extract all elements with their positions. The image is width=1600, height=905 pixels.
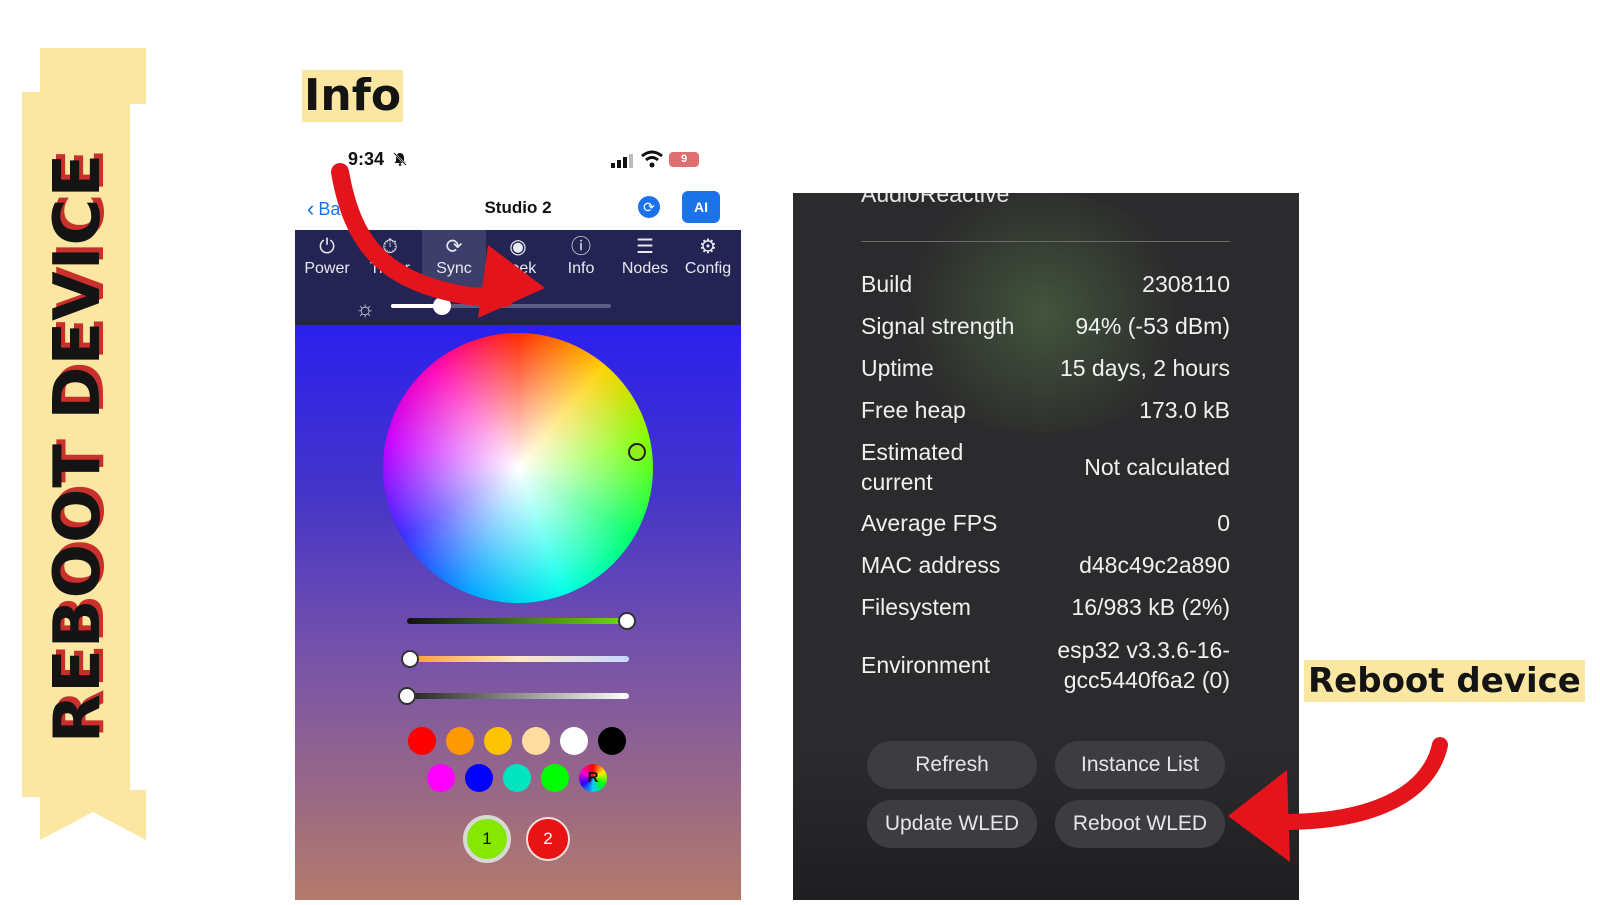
info-row-filesystem: Filesystem 16/983 kB (2%)	[861, 593, 1230, 621]
info-row-environment: Environment esp32 v3.3.6-16-gcc5440f6a2 …	[861, 635, 1230, 695]
update-wled-button[interactable]: Update WLED	[867, 800, 1037, 848]
color-swatch[interactable]	[427, 764, 455, 792]
color-swatch[interactable]	[541, 764, 569, 792]
info-label: Build	[861, 270, 913, 297]
color-panel: R 1 2	[295, 325, 741, 900]
info-label: Filesystem	[861, 593, 971, 620]
wifi-icon	[641, 150, 663, 168]
white-balance-slider[interactable]	[407, 656, 629, 662]
color-swatch[interactable]	[522, 727, 550, 755]
info-label: Estimated current	[861, 439, 964, 495]
info-value: 2308110	[1142, 270, 1230, 297]
nav-bar: ‹ Back Studio 2 ⟳ AI	[295, 188, 741, 230]
peek-icon: ◉	[509, 236, 527, 258]
color-wheel-knob[interactable]	[628, 443, 646, 461]
timer-icon: ⏱	[382, 236, 398, 258]
info-label: Environment	[861, 651, 991, 678]
bell-muted-icon	[393, 152, 407, 166]
info-value: Not calculated	[1084, 453, 1230, 480]
reboot-device-heading: Reboot device	[1304, 660, 1585, 702]
value-slider[interactable]	[407, 618, 629, 624]
color-swatch[interactable]	[408, 727, 436, 755]
tab-power[interactable]: ⏻ Power	[295, 230, 359, 294]
refresh-icon[interactable]: ⟳	[638, 196, 660, 218]
color-swatch[interactable]	[484, 727, 512, 755]
tab-info[interactable]: ⓘ Info	[549, 230, 613, 294]
color-wheel[interactable]	[383, 333, 653, 603]
tab-label: Timer	[369, 260, 411, 277]
info-heading: Info	[302, 70, 404, 122]
info-row-estimated-current: Estimated current Not calculated	[861, 437, 1230, 497]
info-label: Average FPS	[861, 509, 998, 536]
info-value: 16/983 kB (2%)	[1071, 593, 1230, 620]
section-divider	[861, 241, 1230, 242]
banner-title: REBOOT DEVICE	[41, 152, 115, 744]
info-value: 15 days, 2 hours	[1059, 354, 1230, 381]
info-value: 94% (-53 dBm)	[1075, 312, 1230, 339]
color-swatch[interactable]	[598, 727, 626, 755]
white-channel-knob[interactable]	[398, 687, 416, 705]
info-row-build: Build 2308110	[861, 270, 1230, 298]
power-icon: ⏻	[319, 236, 335, 258]
audioreactive-label: AudioReactive	[861, 193, 1010, 207]
info-value: d48c49c2a890	[1079, 551, 1230, 578]
tab-label: Nodes	[621, 260, 669, 277]
tab-config[interactable]: ⚙ Config	[676, 230, 740, 294]
phone-screenshot: 9:34 9 ‹ Back Studio 2 ⟳ AI ⏻ Power ⏱ Ti…	[295, 140, 741, 900]
info-label: Uptime	[861, 354, 934, 381]
reboot-device-banner: REBOOT DEVICE	[0, 0, 160, 900]
page-title: Studio 2	[484, 198, 552, 217]
tab-sync[interactable]: ⟳ Sync	[422, 230, 486, 294]
color-swatch[interactable]	[446, 727, 474, 755]
color-swatch[interactable]	[560, 727, 588, 755]
tab-label: Info	[567, 260, 595, 277]
wled-info-panel: AudioReactive Build 2308110 Signal stren…	[793, 193, 1299, 900]
refresh-button[interactable]: Refresh	[867, 741, 1037, 789]
nodes-icon: ☰	[636, 236, 654, 258]
color-swatch[interactable]	[503, 764, 531, 792]
color-swatch[interactable]	[465, 764, 493, 792]
info-value: 173.0 kB	[1139, 396, 1230, 423]
info-row-free-heap: Free heap 173.0 kB	[861, 396, 1230, 424]
reboot-wled-button[interactable]: Reboot WLED	[1055, 800, 1225, 848]
info-row-mac-address: MAC address d48c49c2a890	[861, 551, 1230, 579]
random-color-button[interactable]: R	[579, 764, 607, 792]
info-label: MAC address	[861, 551, 1001, 578]
brightness-knob[interactable]	[433, 297, 451, 315]
info-label: Free heap	[861, 396, 966, 423]
tab-label: Sync	[436, 260, 472, 277]
sync-icon: ⟳	[445, 236, 463, 258]
status-bar: 9:34 9	[295, 140, 741, 180]
value-slider-knob[interactable]	[618, 612, 636, 630]
brightness-icon: ☼	[355, 296, 376, 321]
info-row-average-fps: Average FPS 0	[861, 509, 1230, 537]
status-time: 9:34	[348, 149, 385, 169]
white-balance-knob[interactable]	[401, 650, 419, 668]
white-channel-slider[interactable]	[407, 693, 629, 699]
instance-list-button[interactable]: Instance List	[1055, 741, 1225, 789]
tab-peek[interactable]: ◉ Peek	[486, 230, 550, 294]
tab-nodes[interactable]: ☰ Nodes	[613, 230, 677, 294]
cell-signal-icon	[611, 154, 633, 168]
tab-timer[interactable]: ⏱ Timer	[358, 230, 422, 294]
info-label: Signal strength	[861, 312, 1015, 339]
info-row-uptime: Uptime 15 days, 2 hours	[861, 354, 1230, 382]
ai-button[interactable]: AI	[682, 191, 720, 223]
preset-button-2[interactable]: 2	[526, 817, 570, 861]
battery-icon: 9	[669, 152, 699, 167]
random-label: R	[587, 769, 599, 786]
tab-label: Power	[304, 260, 350, 277]
info-icon: ⓘ	[571, 236, 591, 258]
wled-toolbar: ⏻ Power ⏱ Timer ⟳ Sync ◉ Peek ⓘ Info ☰ N…	[295, 230, 741, 325]
info-value: 0	[1217, 509, 1230, 536]
info-row-signal: Signal strength 94% (-53 dBm)	[861, 312, 1230, 340]
tab-label: Peek	[499, 260, 537, 277]
tab-label: Config	[684, 260, 732, 277]
gear-icon: ⚙	[699, 236, 717, 258]
preset-button-1[interactable]: 1	[463, 815, 511, 863]
info-value: esp32 v3.3.6-16-gcc5440f6a2 (0)	[1057, 637, 1230, 693]
